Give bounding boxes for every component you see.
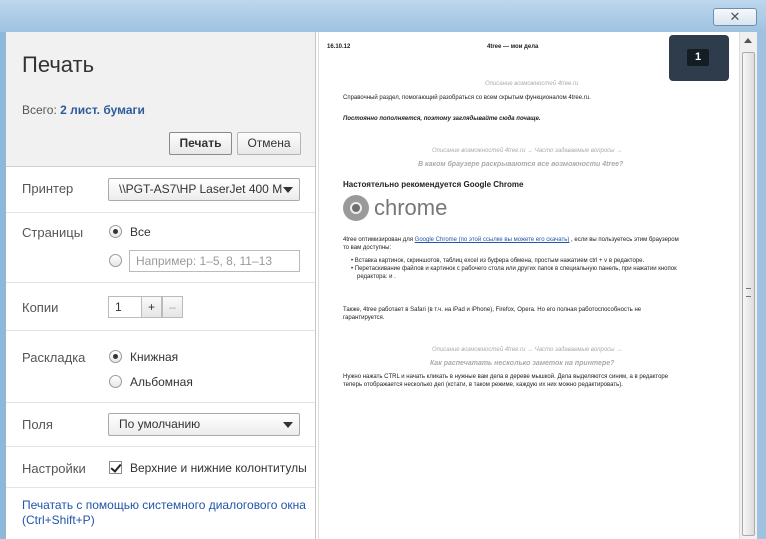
page-number: 1 xyxy=(687,49,709,66)
preview-text: гарантируется. xyxy=(343,315,385,321)
preview-text: редактора: и . xyxy=(357,274,396,280)
layout-row: Раскладка Книжная Альбомная xyxy=(6,331,315,403)
copies-label: Копии xyxy=(22,300,59,315)
preview-breadcrumb: Описание возможностей 4tree.ru → Часто з… xyxy=(432,347,623,353)
preview-chrome-link[interactable]: Google Chrome (по этой ссылке вы можете … xyxy=(415,237,570,243)
copies-increment-button[interactable]: + xyxy=(141,296,162,318)
total-label: Всего: xyxy=(22,103,57,117)
preview-page: 16.10.12 4tree — мои дела Описание возмо… xyxy=(318,32,738,539)
margins-row: Поля По умолчанию xyxy=(6,403,315,447)
sheet-count: Всего: 2 лист. бумаги xyxy=(22,103,145,117)
preview-text: то вам доступны: xyxy=(343,245,392,251)
grip-icon xyxy=(746,288,751,297)
system-dialog-link[interactable]: Печатать с помощью системного диалоговог… xyxy=(22,498,314,528)
layout-landscape-label: Альбомная xyxy=(130,375,193,389)
chrome-logo-icon xyxy=(343,195,369,221)
print-header: Печать Всего: 2 лист. бумаги Печать Отме… xyxy=(6,32,315,167)
copies-decrement-button[interactable]: – xyxy=(162,296,183,318)
print-preview: 16.10.12 4tree — мои дела Описание возмо… xyxy=(316,32,739,539)
layout-landscape-radio[interactable] xyxy=(109,375,122,388)
preview-text: Нужно нажать CTRL и начать кликать в нуж… xyxy=(343,374,669,380)
preview-question: Как распечатать несколько заметок на при… xyxy=(430,360,615,367)
close-icon: ✕ xyxy=(729,9,741,24)
copies-row: Копии 1 + – xyxy=(6,283,315,331)
chevron-down-icon xyxy=(283,187,293,193)
layout-label: Раскладка xyxy=(22,350,86,365)
window-close-button[interactable]: ✕ xyxy=(713,8,757,26)
pages-label: Страницы xyxy=(22,225,84,240)
pages-row: Страницы Все Например: 1–5, 8, 11–13 xyxy=(6,213,315,283)
preview-bullet: • Перетаскивание файлов и картинок с раб… xyxy=(351,266,677,272)
preview-text: теперь отображается несколько дел (кстат… xyxy=(343,382,623,388)
headers-footers-checkbox[interactable] xyxy=(109,461,122,474)
preview-bullet: • Вставка картинок, скриншотов, таблиц e… xyxy=(351,258,645,264)
preview-date: 16.10.12 xyxy=(327,44,351,50)
print-button[interactable]: Печать xyxy=(169,132,232,155)
pages-range-input[interactable]: Например: 1–5, 8, 11–13 xyxy=(129,250,300,272)
preview-text: 4tree оптимизирован для Google Chrome (п… xyxy=(343,237,679,243)
preview-heading: Настоятельно рекомендуется Google Chrome xyxy=(343,180,524,189)
pages-all-radio[interactable] xyxy=(109,225,122,238)
layout-portrait-radio[interactable] xyxy=(109,350,122,363)
window-frame-edge xyxy=(757,32,766,539)
margins-select[interactable]: По умолчанию xyxy=(108,413,300,436)
preview-breadcrumb: Описание возможностей 4tree.ru → Часто з… xyxy=(432,148,623,154)
total-value: 2 лист. бумаги xyxy=(60,103,145,117)
preview-question: В каком браузере раскрываются все возмож… xyxy=(418,161,624,168)
headers-footers-label: Верхние и нижние колонтитулы xyxy=(130,461,307,475)
cancel-button[interactable]: Отмена xyxy=(237,132,301,155)
window-titlebar xyxy=(0,0,766,32)
preview-text-part: 4tree оптимизирован для xyxy=(343,237,413,243)
copies-input[interactable]: 1 xyxy=(108,296,142,318)
pages-custom-radio[interactable] xyxy=(109,254,122,267)
print-sidebar: Печать Всего: 2 лист. бумаги Печать Отме… xyxy=(6,32,316,539)
printer-value: \\PGT-AS7\HP LaserJet 400 M xyxy=(119,182,283,196)
preview-text-part: , если вы пользуетесь этим браузером xyxy=(571,237,679,243)
layout-portrait-label: Книжная xyxy=(130,350,179,364)
page-number-badge: 1 xyxy=(669,35,729,81)
preview-bullet-text: Перетаскивание файлов и картинок с рабоч… xyxy=(354,266,677,272)
preview-scrollbar[interactable] xyxy=(739,32,757,539)
scroll-thumb[interactable] xyxy=(742,52,755,536)
preview-header-title: 4tree — мои дела xyxy=(487,44,539,50)
margins-value: По умолчанию xyxy=(119,417,201,431)
pages-all-label: Все xyxy=(130,225,151,239)
preview-text: Также, 4tree работает в Safari (в т.ч. н… xyxy=(343,307,642,313)
preview-intro: Справочный раздел, помогающий разобратьс… xyxy=(343,95,591,101)
page-title: Печать xyxy=(22,52,95,77)
settings-label: Настройки xyxy=(22,461,86,476)
printer-select[interactable]: \\PGT-AS7\HP LaserJet 400 M xyxy=(108,178,300,201)
preview-breadcrumb: Описание возможностей 4tree.ru xyxy=(485,81,579,87)
preview-updated: Постоянно пополняется, поэтому заглядыва… xyxy=(343,116,541,122)
chevron-down-icon xyxy=(283,422,293,428)
margins-label: Поля xyxy=(22,417,53,432)
chrome-logo-text: chrome xyxy=(374,195,448,220)
scroll-up-arrow-icon[interactable] xyxy=(744,38,752,43)
preview-bullet-text: Вставка картинок, скриншотов, таблиц exc… xyxy=(354,258,645,264)
printer-label: Принтер xyxy=(22,181,74,196)
settings-row: Настройки Верхние и нижние колонтитулы xyxy=(6,447,315,488)
printer-row: Принтер \\PGT-AS7\HP LaserJet 400 M xyxy=(6,167,315,213)
